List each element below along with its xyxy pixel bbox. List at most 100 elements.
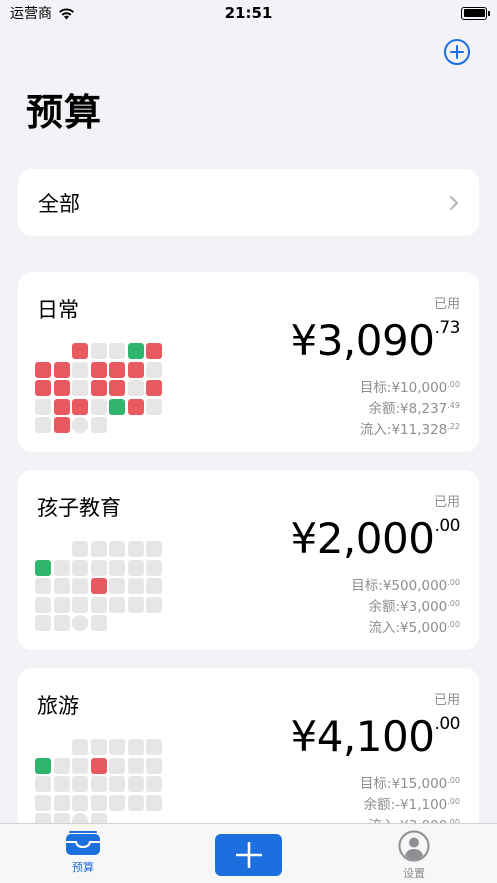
tab-budget-label: 预算 (72, 861, 94, 874)
carrier-label: 运营商 (10, 6, 52, 22)
person-circle-icon (398, 830, 430, 862)
calendar-day-cell (146, 559, 162, 576)
calendar-day-cell (127, 596, 144, 613)
calendar-day-cell (53, 776, 70, 792)
calendar-day-cell (146, 739, 162, 755)
add-transaction-button[interactable] (215, 834, 282, 876)
inflow-line: 流入:¥11,328.22 (359, 422, 460, 438)
calendar-day-cell (109, 361, 125, 378)
calendar-day-cell (127, 794, 144, 811)
plus-circle-icon (450, 45, 464, 59)
calendar-day-cell (35, 578, 51, 594)
calendar-day-cell (72, 380, 88, 396)
calendar-day-cell (72, 578, 88, 594)
calendar-day-cell (72, 776, 88, 792)
calendar-day-cell (127, 343, 144, 359)
calendar-day-cell (109, 794, 125, 811)
calendar-day-cell (146, 380, 162, 396)
budget-name: 旅游 (37, 694, 79, 718)
budget-name: 日常 (37, 298, 79, 322)
calendar-day-cell (90, 343, 107, 359)
calendar-day-cell (72, 398, 88, 415)
calendar-day-cell (53, 417, 70, 433)
calendar-day-cell (72, 615, 88, 631)
calendar-day-cell (72, 343, 88, 359)
calendar-day-cell (146, 541, 162, 557)
calendar-day-cell (35, 541, 51, 557)
budget-card[interactable]: 孩子教育 已用 ¥2,000.00 目标:¥500,000.00 余额:¥3,0… (18, 470, 479, 650)
calendar-day-cell (146, 578, 162, 594)
used-label: 已用 (433, 297, 460, 312)
tab-budget[interactable]: 预算 (60, 830, 106, 875)
target-line: 目标:¥15,000.00 (359, 776, 460, 792)
calendar-day-cell (146, 776, 162, 792)
calendar-day-cell (54, 739, 70, 755)
calendar-day-cell (127, 380, 144, 396)
calendar-day-cell (109, 343, 125, 359)
calendar-day-cell (53, 559, 70, 576)
budget-name: 孩子教育 (37, 496, 121, 520)
calendar-day-cell (127, 541, 144, 557)
calendar-day-cell (35, 794, 51, 811)
calendar-day-cell (53, 615, 70, 631)
calendar-day-cell (35, 417, 51, 433)
calendar-day-cell (90, 398, 107, 415)
calendar-day-cell (109, 757, 125, 774)
calendar-day-cell (53, 380, 70, 396)
calendar-day-cell (127, 776, 144, 792)
calendar-heatmap (35, 343, 162, 433)
calendar-day-cell (53, 361, 70, 378)
calendar-day-cell (54, 343, 70, 359)
calendar-day-cell (109, 559, 125, 576)
calendar-day-cell (109, 615, 125, 631)
calendar-day-cell (72, 559, 88, 576)
tab-bar: 预算 设置 (0, 823, 497, 883)
calendar-day-cell (127, 559, 144, 576)
calendar-day-cell (72, 596, 88, 613)
calendar-day-cell (109, 417, 125, 433)
calendar-day-cell (90, 596, 107, 613)
calendar-day-cell (146, 361, 162, 378)
calendar-day-cell (35, 615, 51, 631)
calendar-day-cell (53, 578, 70, 594)
calendar-day-cell (90, 757, 107, 774)
used-label: 已用 (433, 495, 460, 510)
calendar-day-cell (128, 417, 144, 433)
calendar-day-cell (90, 361, 107, 378)
tray-icon (66, 831, 100, 855)
inflow-line: 流入:¥5,000.00 (368, 620, 460, 636)
plus-icon (235, 842, 262, 868)
calendar-day-cell (35, 559, 51, 576)
battery-icon (461, 6, 490, 20)
tab-settings-label: 设置 (403, 867, 425, 880)
calendar-day-cell (128, 615, 144, 631)
calendar-day-cell (72, 794, 88, 811)
calendar-day-cell (109, 380, 125, 396)
calendar-day-cell (90, 380, 107, 396)
add-budget-button[interactable] (444, 39, 470, 65)
calendar-day-cell (35, 361, 51, 378)
calendar-day-cell (127, 398, 144, 415)
calendar-day-cell (109, 541, 125, 557)
calendar-heatmap (35, 541, 162, 631)
calendar-day-cell (146, 596, 162, 613)
calendar-day-cell (54, 541, 70, 557)
calendar-day-cell (90, 739, 107, 755)
balance-line: 余额:-¥1,100.00 (363, 797, 460, 813)
calendar-day-cell (146, 343, 162, 359)
status-bar: 运营商 21:51 (0, 0, 497, 26)
calendar-day-cell (90, 776, 107, 792)
all-label: 全部 (38, 191, 80, 216)
calendar-day-cell (35, 757, 51, 774)
calendar-day-cell (35, 380, 51, 396)
tab-settings[interactable]: 设置 (390, 830, 438, 881)
calendar-day-cell (90, 559, 107, 576)
calendar-day-cell (53, 757, 70, 774)
all-budgets-row[interactable]: 全部 (18, 169, 479, 236)
chevron-right-icon (450, 195, 458, 210)
budget-card[interactable]: 旅游 已用 ¥4,100.00 目标:¥15,000.00 余额:-¥1,100… (18, 668, 479, 848)
balance-line: 余额:¥8,237.49 (368, 401, 460, 417)
calendar-day-cell (146, 615, 162, 631)
budget-card[interactable]: 日常 已用 ¥3,090.73 目标:¥10,000.00 余额:¥8,237.… (18, 272, 479, 452)
used-label: 已用 (433, 693, 460, 708)
